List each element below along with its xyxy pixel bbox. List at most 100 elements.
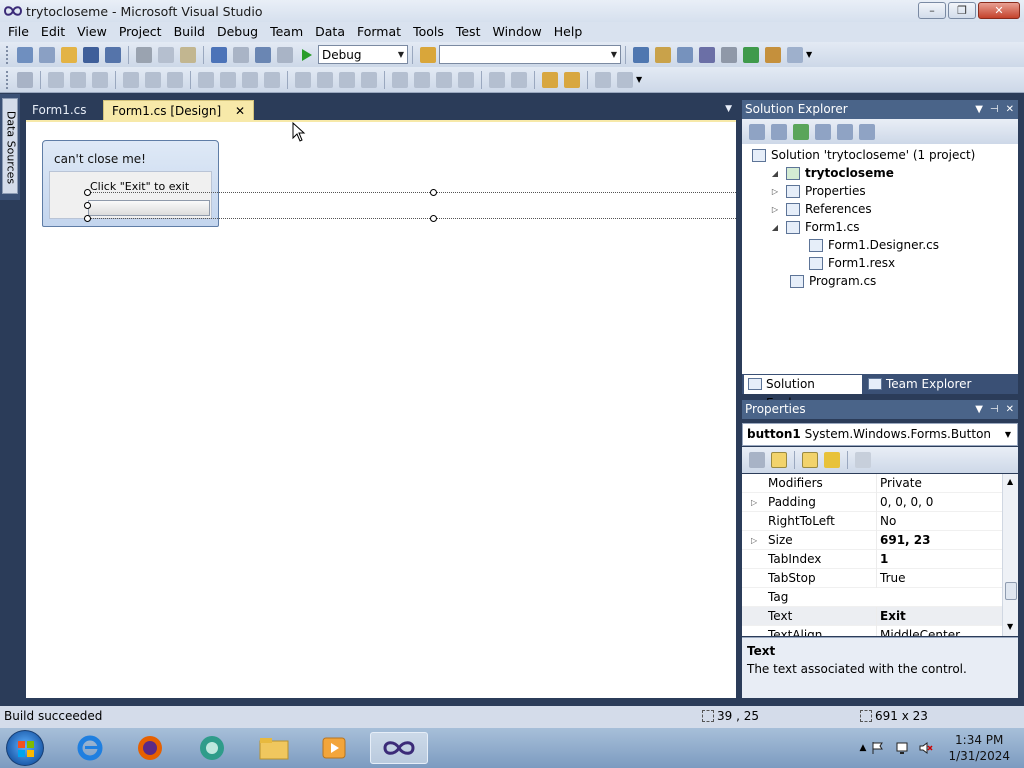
property-row[interactable]: Tag	[742, 588, 1002, 607]
menu-debug[interactable]: Debug	[211, 22, 264, 42]
menu-build[interactable]: Build	[168, 22, 211, 42]
taskbar-media-player[interactable]	[308, 732, 360, 764]
horizontal-spacing-increase-icon[interactable]	[317, 71, 333, 88]
expand-icon[interactable]: ▷	[770, 205, 780, 214]
alphabetical-icon[interactable]	[771, 452, 787, 468]
close-icon[interactable]: ✕	[1006, 400, 1014, 419]
tree-item-solution[interactable]: Solution 'trytocloseme' (1 project)	[752, 146, 975, 164]
solution-configuration-select[interactable]: Debug ▼	[318, 45, 408, 64]
menu-tools[interactable]: Tools	[407, 22, 450, 42]
view-designer-icon[interactable]	[837, 123, 853, 140]
menu-help[interactable]: Help	[548, 22, 589, 42]
refresh-icon[interactable]	[793, 123, 809, 140]
align-rights-icon[interactable]	[92, 71, 108, 88]
align-bottoms-icon[interactable]	[167, 71, 183, 88]
tree-item-program-cs[interactable]: Program.cs	[790, 272, 876, 290]
view-code-icon[interactable]	[815, 123, 831, 140]
window-position-icon[interactable]: ▼	[975, 100, 983, 119]
tab-team-explorer[interactable]: Team Explorer	[864, 375, 1014, 394]
scroll-thumb[interactable]	[1005, 582, 1017, 600]
property-row[interactable]: Modifiers Private	[742, 474, 1002, 493]
taskbar-firefox[interactable]	[124, 732, 176, 764]
property-row-selected[interactable]: Text Exit	[742, 607, 1002, 626]
copy-icon[interactable]	[158, 46, 174, 63]
exit-button-control[interactable]	[88, 200, 210, 216]
toolbar-grip[interactable]	[6, 70, 10, 89]
size-to-grid-icon[interactable]	[220, 71, 236, 88]
cut-icon[interactable]	[136, 46, 152, 63]
property-row[interactable]: TabIndex 1	[742, 550, 1002, 569]
center-horizontally-icon[interactable]	[489, 71, 505, 88]
network-icon[interactable]	[895, 741, 909, 755]
resize-handle[interactable]	[430, 189, 437, 196]
close-icon[interactable]: ✕	[1006, 100, 1014, 119]
resize-handle[interactable]	[430, 215, 437, 222]
window-position-icon[interactable]: ▼	[975, 400, 983, 419]
align-tops-icon[interactable]	[123, 71, 139, 88]
toolbar-overflow-icon[interactable]: ▼	[636, 75, 642, 84]
property-value[interactable]: 1	[876, 550, 1002, 569]
tab-order-icon[interactable]	[617, 71, 633, 88]
navigate-forward-icon[interactable]	[277, 46, 293, 63]
minimize-button[interactable]: –	[918, 2, 946, 19]
restore-button[interactable]: ❐	[948, 2, 976, 19]
new-project-icon[interactable]	[17, 46, 33, 63]
property-row[interactable]: TabStop True	[742, 569, 1002, 588]
events-lightning-icon[interactable]	[824, 452, 840, 468]
menu-project[interactable]: Project	[113, 22, 168, 42]
horizontal-spacing-decrease-icon[interactable]	[339, 71, 355, 88]
property-value[interactable]: No	[876, 512, 1002, 531]
property-grid-scrollbar[interactable]: ▲ ▼	[1002, 474, 1018, 636]
vertical-spacing-equal-icon[interactable]	[392, 71, 408, 88]
form-client-area[interactable]: Click "Exit" to exit	[49, 171, 212, 219]
redo-icon[interactable]	[233, 46, 249, 63]
property-value[interactable]: True	[876, 569, 1002, 588]
menu-data[interactable]: Data	[309, 22, 351, 42]
start-button[interactable]	[6, 730, 44, 766]
find-in-files-icon[interactable]	[420, 46, 436, 63]
data-sources-tab[interactable]: Data Sources	[2, 98, 18, 194]
add-item-icon[interactable]	[39, 46, 55, 63]
open-file-icon[interactable]	[61, 46, 77, 63]
properties-icon[interactable]	[749, 123, 765, 140]
volume-muted-icon[interactable]	[919, 741, 933, 755]
save-icon[interactable]	[83, 46, 99, 63]
align-middles-icon[interactable]	[145, 71, 161, 88]
find-combo[interactable]: ▼	[439, 45, 621, 64]
horizontal-spacing-remove-icon[interactable]	[361, 71, 377, 88]
properties-window-icon[interactable]	[655, 46, 671, 63]
start-debugging-icon[interactable]	[302, 48, 312, 61]
property-value[interactable]: Private	[876, 474, 1002, 493]
property-value[interactable]: MiddleCenter	[876, 626, 1002, 636]
tab-form1-design[interactable]: Form1.cs [Design] ✕	[103, 100, 255, 121]
make-same-height-icon[interactable]	[242, 71, 258, 88]
resize-handle[interactable]	[84, 215, 91, 222]
action-center-flag-icon[interactable]	[871, 741, 885, 755]
property-value[interactable]: Exit	[876, 607, 1002, 626]
toolbar-grip[interactable]	[6, 45, 10, 64]
bring-to-front-icon[interactable]	[542, 71, 558, 88]
tree-item-properties[interactable]: ▷ Properties	[770, 182, 866, 200]
property-row[interactable]: TextAlign MiddleCenter	[742, 626, 1002, 636]
tree-item-project[interactable]: ◢ trytocloseme	[770, 164, 894, 182]
align-lefts-icon[interactable]	[48, 71, 64, 88]
expand-icon[interactable]: ▷	[770, 187, 780, 196]
vertical-spacing-decrease-icon[interactable]	[436, 71, 452, 88]
menu-file[interactable]: File	[2, 22, 35, 42]
menu-view[interactable]: View	[71, 22, 113, 42]
close-button[interactable]: ✕	[978, 2, 1020, 19]
properties-view-icon[interactable]	[802, 452, 818, 468]
show-hidden-icons-icon[interactable]: ▲	[860, 743, 867, 753]
property-value[interactable]: 691, 23	[876, 531, 1002, 550]
tree-item-form1-cs[interactable]: ◢ Form1.cs	[770, 218, 860, 236]
save-all-icon[interactable]	[105, 46, 121, 63]
categorized-icon[interactable]	[749, 452, 765, 468]
tab-form1-cs[interactable]: Form1.cs	[24, 100, 95, 121]
toolbar-overflow-icon[interactable]: ▼	[806, 50, 812, 59]
object-browser-icon[interactable]	[677, 46, 693, 63]
class-view-icon[interactable]	[765, 46, 781, 63]
resize-handle[interactable]	[84, 189, 91, 196]
property-value[interactable]: 0, 0, 0, 0	[876, 493, 1002, 512]
property-row[interactable]: ▷ Padding 0, 0, 0, 0	[742, 493, 1002, 512]
close-icon[interactable]: ✕	[235, 104, 245, 118]
